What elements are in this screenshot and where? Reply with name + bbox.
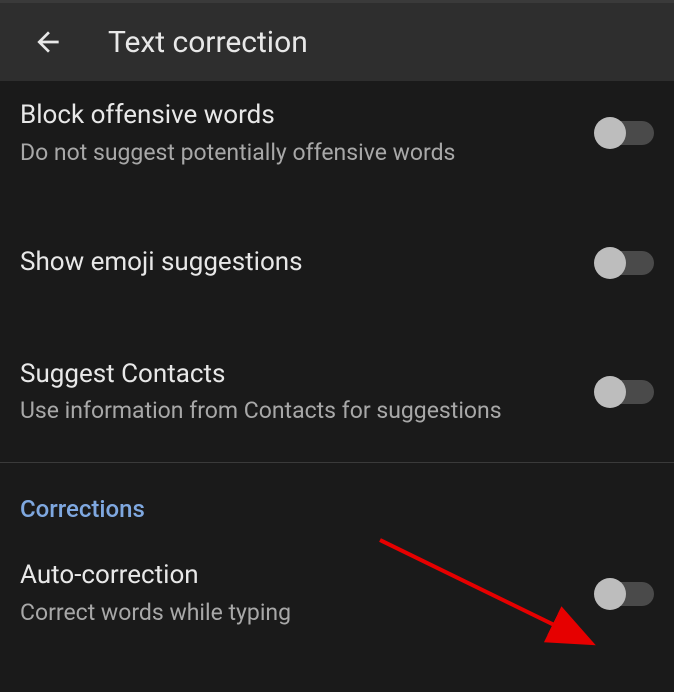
app-header: Text correction: [0, 3, 674, 81]
page-title: Text correction: [108, 25, 308, 60]
back-arrow-icon: [32, 26, 64, 58]
toggle-block-offensive[interactable]: [596, 121, 654, 145]
setting-title: Suggest Contacts: [20, 358, 576, 392]
setting-text-block: Auto-correction Correct words while typi…: [20, 559, 596, 628]
toggle-auto-correction[interactable]: [596, 582, 654, 606]
toggle-emoji-suggestions[interactable]: [596, 251, 654, 275]
toggle-knob: [594, 578, 626, 610]
setting-title: Auto-correction: [20, 559, 576, 593]
setting-emoji-suggestions[interactable]: Show emoji suggestions: [0, 186, 674, 298]
setting-suggest-contacts[interactable]: Suggest Contacts Use information from Co…: [0, 298, 674, 445]
back-button[interactable]: [24, 18, 72, 66]
setting-title: Show emoji suggestions: [20, 246, 576, 280]
setting-description: Correct words while typing: [20, 597, 576, 628]
setting-text-block: Suggest Contacts Use information from Co…: [20, 358, 596, 427]
setting-text-block: Block offensive words Do not suggest pot…: [20, 99, 596, 168]
section-header-corrections: Corrections: [0, 463, 674, 541]
setting-block-offensive-words[interactable]: Block offensive words Do not suggest pot…: [0, 81, 674, 186]
setting-description: Do not suggest potentially offensive wor…: [20, 137, 576, 168]
setting-auto-correction[interactable]: Auto-correction Correct words while typi…: [0, 541, 674, 646]
setting-text-block: Show emoji suggestions: [20, 246, 596, 280]
settings-content: Block offensive words Do not suggest pot…: [0, 81, 674, 646]
toggle-knob: [594, 117, 626, 149]
setting-description: Use information from Contacts for sugges…: [20, 395, 576, 426]
setting-title: Block offensive words: [20, 99, 576, 133]
toggle-suggest-contacts[interactable]: [596, 380, 654, 404]
toggle-knob: [594, 247, 626, 279]
toggle-knob: [594, 376, 626, 408]
